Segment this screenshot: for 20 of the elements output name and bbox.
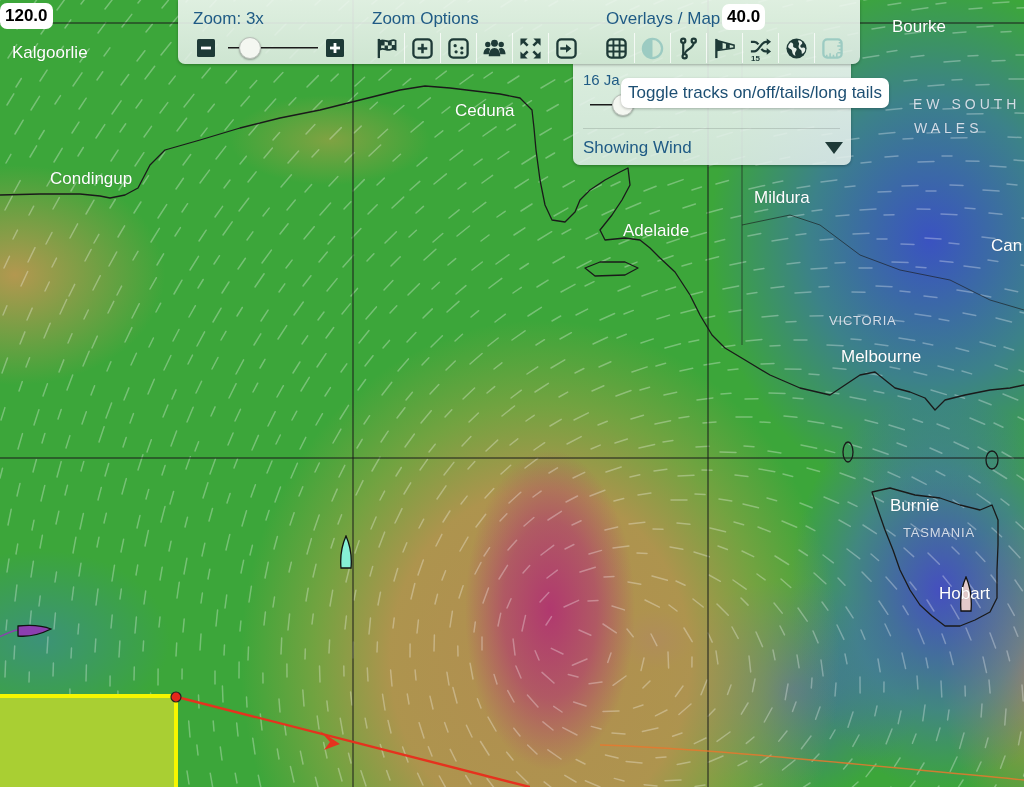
region-label: WALES xyxy=(914,120,983,136)
place-label: Melbourne xyxy=(841,347,922,367)
region-label: VICTORIA xyxy=(829,313,897,329)
section-title: Overlays / Map xyxy=(606,9,721,29)
place-label: Bourke xyxy=(892,17,946,37)
date-label: 16 Ja xyxy=(583,71,620,89)
region-label: TASMANIA xyxy=(903,525,975,541)
place-label: Condingup xyxy=(50,169,133,189)
place-label: Mildura xyxy=(754,188,810,208)
tooltip: Toggle tracks on/off/tails/long tails xyxy=(621,78,889,108)
zoom-label: Zoom: 3x xyxy=(193,9,264,29)
place-label: Adelaide xyxy=(623,221,690,241)
grid-label: 40.0 xyxy=(722,4,766,30)
place-label: Burnie xyxy=(890,496,940,516)
place-label: Ceduna xyxy=(455,101,515,121)
place-label: Can xyxy=(991,236,1023,256)
section-title: Zoom Options xyxy=(372,9,479,29)
grid-label: 120.0 xyxy=(0,3,53,29)
place-label: Kalgoorlie xyxy=(12,43,88,63)
region-label: EW SOUTH xyxy=(913,96,1021,112)
